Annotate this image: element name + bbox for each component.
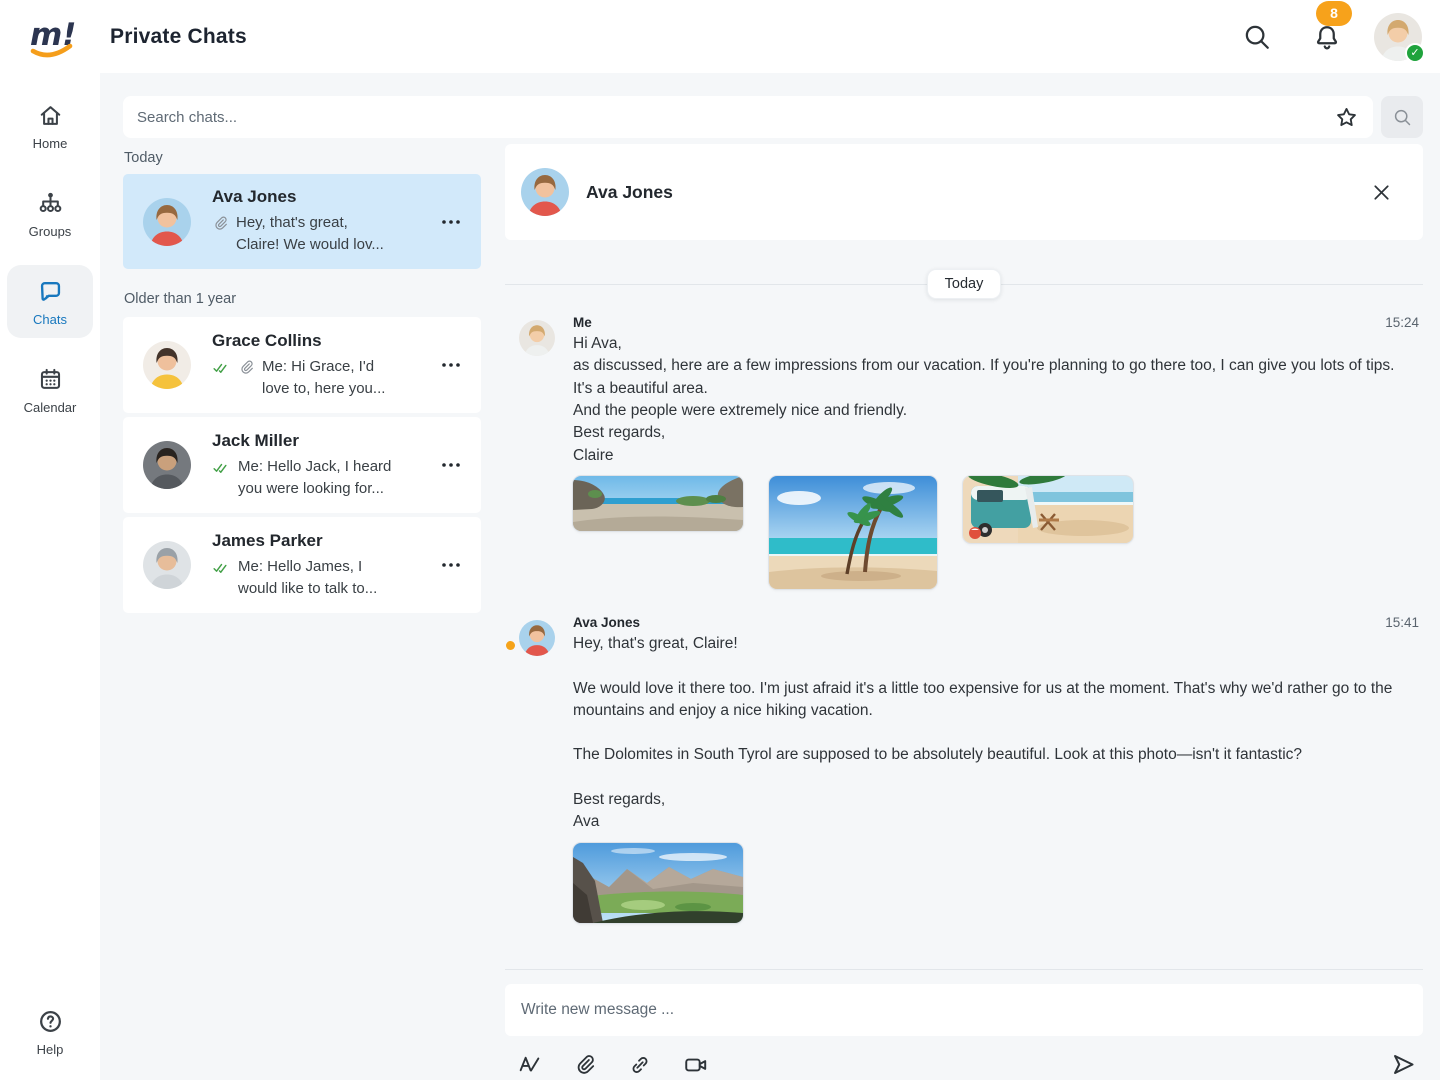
sidebar-item-label: Help bbox=[37, 1042, 64, 1057]
dolomites-photo[interactable] bbox=[573, 843, 743, 923]
status-online-icon: ✓ bbox=[1405, 43, 1425, 63]
attach-file-icon[interactable] bbox=[571, 1051, 599, 1079]
search-icon[interactable] bbox=[1234, 14, 1280, 60]
beach-van-photo[interactable] bbox=[963, 476, 1133, 543]
sidebar-item-home[interactable]: Home bbox=[7, 89, 93, 162]
sidebar-item-chats[interactable]: Chats bbox=[7, 265, 93, 338]
chat-preview: Me: Hi Grace, I'd love to, here you... bbox=[262, 356, 385, 400]
chat-name: Jack Miller bbox=[212, 431, 433, 451]
message-time: 15:24 bbox=[1385, 315, 1419, 330]
help-icon bbox=[37, 1008, 64, 1035]
user-avatar[interactable]: ✓ bbox=[1374, 13, 1422, 61]
avatar bbox=[143, 441, 191, 489]
chat-list: Today Ava Jones Hey, that's great, Clair… bbox=[123, 144, 481, 1080]
avatar bbox=[519, 620, 555, 656]
sidebar-item-help[interactable]: Help bbox=[7, 995, 93, 1068]
chat-search-bar bbox=[123, 96, 1373, 138]
avatar bbox=[143, 541, 191, 589]
search-submit-button[interactable] bbox=[1381, 96, 1423, 138]
top-bar: m! Private Chats 8 ✓ bbox=[0, 0, 1440, 73]
message-sender: Me bbox=[573, 315, 592, 330]
message: Me 15:24 Hi Ava, as discussed, here are … bbox=[519, 315, 1419, 589]
video-call-icon[interactable] bbox=[681, 1050, 711, 1080]
message-list[interactable]: Me 15:24 Hi Ava, as discussed, here are … bbox=[505, 305, 1423, 965]
search-input[interactable] bbox=[137, 109, 1330, 126]
composer bbox=[505, 984, 1423, 1036]
chat-list-item-james[interactable]: James Parker Me: Hello James, I would li… bbox=[123, 517, 481, 613]
sidebar: Home Groups Chats bbox=[0, 73, 100, 1080]
home-icon bbox=[37, 102, 64, 129]
composer-divider bbox=[505, 969, 1423, 970]
composer-toolbar bbox=[505, 1036, 1423, 1080]
chat-list-item-jack[interactable]: Jack Miller Me: Hello Jack, I heard you … bbox=[123, 417, 481, 513]
chat-name: James Parker bbox=[212, 531, 433, 551]
send-message-icon[interactable] bbox=[1388, 1049, 1419, 1080]
read-receipt-icon bbox=[212, 459, 231, 476]
beach-cove-photo[interactable] bbox=[573, 476, 743, 531]
section-label-today: Today bbox=[124, 150, 481, 166]
chat-preview: Me: Hello James, I would like to talk to… bbox=[238, 556, 377, 600]
app-logo[interactable]: m! bbox=[26, 11, 76, 63]
close-icon[interactable] bbox=[1366, 177, 1397, 208]
sidebar-item-label: Home bbox=[33, 136, 68, 151]
avatar bbox=[143, 341, 191, 389]
read-receipt-icon bbox=[212, 559, 231, 576]
sidebar-item-label: Chats bbox=[33, 312, 67, 327]
date-chip: Today bbox=[927, 269, 1002, 299]
page-title: Private Chats bbox=[110, 25, 247, 49]
message: Ava Jones 15:41 Hey, that's great, Clair… bbox=[519, 615, 1419, 923]
unread-indicator-dot bbox=[506, 641, 515, 650]
conversation-title: Ava Jones bbox=[586, 182, 673, 203]
chat-name: Grace Collins bbox=[212, 331, 433, 351]
read-receipt-icon bbox=[212, 359, 231, 376]
message-time: 15:41 bbox=[1385, 615, 1419, 630]
chat-options-button[interactable] bbox=[433, 447, 469, 483]
conversation-panel: Ava Jones Today bbox=[505, 144, 1423, 1080]
chat-list-item-ava[interactable]: Ava Jones Hey, that's great, Claire! We … bbox=[123, 174, 481, 269]
avatar bbox=[143, 198, 191, 246]
notification-badge: 8 bbox=[1316, 1, 1352, 26]
conversation-header: Ava Jones bbox=[505, 144, 1423, 240]
avatar bbox=[521, 168, 569, 216]
sidebar-item-groups[interactable]: Groups bbox=[7, 177, 93, 250]
sidebar-item-label: Calendar bbox=[24, 400, 77, 415]
message-sender: Ava Jones bbox=[573, 615, 640, 630]
chat-preview: Me: Hello Jack, I heard you were looking… bbox=[238, 456, 391, 500]
chat-preview: Hey, that's great, Claire! We would lov.… bbox=[236, 212, 384, 256]
message-text: Hey, that's great, Claire! We would love… bbox=[573, 633, 1419, 834]
chat-options-button[interactable] bbox=[433, 204, 469, 240]
avatar bbox=[519, 320, 555, 356]
attachment-icon bbox=[238, 359, 255, 376]
chat-options-button[interactable] bbox=[433, 347, 469, 383]
palm-beach-photo[interactable] bbox=[769, 476, 937, 589]
section-label-older: Older than 1 year bbox=[124, 291, 481, 307]
sidebar-item-calendar[interactable]: Calendar bbox=[7, 353, 93, 426]
chat-bubble-icon bbox=[37, 278, 64, 305]
message-input[interactable] bbox=[521, 1001, 1407, 1019]
message-text: Hi Ava, as discussed, here are a few imp… bbox=[573, 333, 1419, 467]
chat-name: Ava Jones bbox=[212, 187, 433, 207]
text-format-icon[interactable] bbox=[515, 1050, 544, 1079]
groups-icon bbox=[37, 190, 64, 217]
chat-options-button[interactable] bbox=[433, 547, 469, 583]
calendar-icon bbox=[37, 366, 64, 393]
favorites-star-icon[interactable] bbox=[1330, 101, 1363, 134]
insert-link-icon[interactable] bbox=[626, 1051, 654, 1079]
sidebar-item-label: Groups bbox=[29, 224, 72, 239]
attachment-icon bbox=[212, 215, 229, 232]
chat-list-item-grace[interactable]: Grace Collins Me: Hi Grace, I'd love to,… bbox=[123, 317, 481, 413]
date-divider: Today bbox=[505, 269, 1423, 299]
